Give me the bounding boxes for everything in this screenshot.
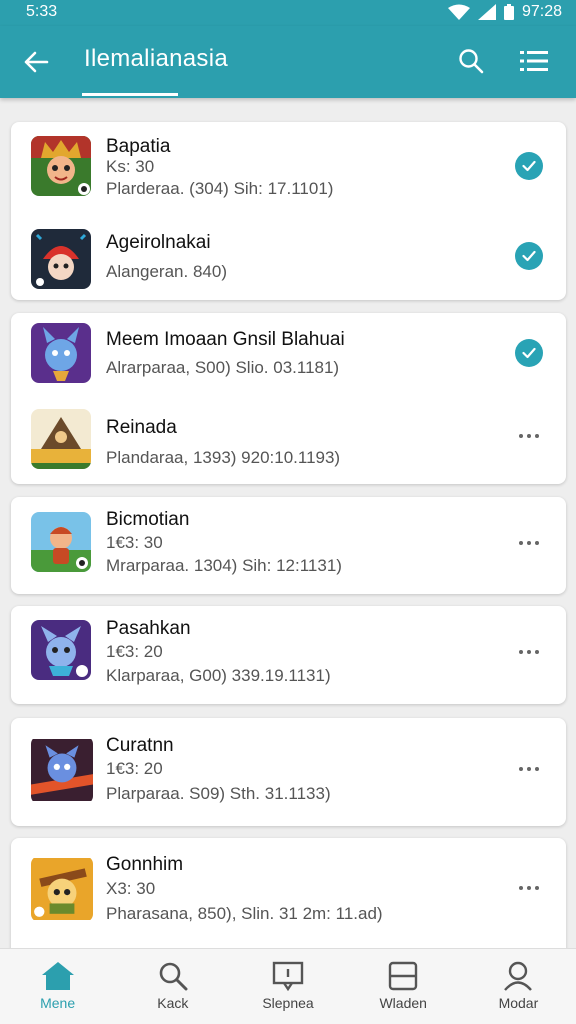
app-name: Bicmotian — [106, 509, 190, 530]
app-bar: Ilemalianasia — [0, 26, 576, 98]
app-card: Meem Imoaan Gnsil Blahuai Alrarparaa, S0… — [11, 313, 566, 484]
installed-check[interactable] — [515, 242, 543, 270]
home-icon — [41, 962, 74, 990]
more-options-button[interactable] — [514, 878, 544, 898]
app-thumbnail — [31, 512, 91, 572]
app-meta: Alangeran. 840) — [106, 262, 227, 281]
app-card: Curatnn 1€3: 20 Plarparaa. S09) Sth. 31.… — [11, 718, 566, 826]
window-icon — [389, 961, 418, 991]
list-item[interactable]: Curatnn 1€3: 20 Plarparaa. S09) Sth. 31.… — [11, 718, 566, 826]
app-name: Reinada — [106, 417, 177, 438]
back-button[interactable] — [18, 44, 54, 80]
app-meta: X3: 30 — [106, 879, 156, 898]
nav-item-search[interactable]: Kack — [115, 949, 230, 1024]
more-options-button[interactable] — [514, 759, 544, 779]
bottom-navigation: Mene Kack Slepnea Wladen Modar — [0, 948, 576, 1024]
list-item[interactable]: Pasahkan 1€3: 20 Klarparaa, G00) 339.19.… — [11, 606, 566, 704]
list-item[interactable]: Reinada Plandaraa, 1393) 920:10.1193) — [11, 398, 566, 484]
app-meta: 1€3: 20 — [106, 642, 163, 661]
check-icon — [522, 347, 536, 359]
nav-label: Mene — [40, 995, 76, 1011]
app-meta: Ks: 30 — [106, 157, 155, 176]
search-button[interactable] — [452, 42, 490, 80]
nav-label: Modar — [498, 995, 539, 1011]
title-tab-indicator — [82, 93, 178, 96]
list-item[interactable]: Bicmotian 1€3: 30 Mrarparaa. 1304) Sih: … — [11, 497, 566, 594]
app-meta: Alrarparaa, S00) Slio. 03.1181) — [106, 358, 340, 377]
app-thumbnail — [31, 136, 91, 196]
list-menu-button[interactable] — [514, 42, 554, 80]
app-name: Gonnhim — [106, 854, 184, 875]
nav-item-profile[interactable]: Modar — [461, 949, 576, 1024]
app-details: Mrarparaa. 1304) Sih: 12:1131) — [106, 556, 342, 575]
app-details: Plarparaa. S09) Sth. 31.1133) — [106, 784, 331, 803]
app-thumbnail — [31, 736, 93, 804]
more-options-button[interactable] — [514, 533, 544, 553]
list-item[interactable]: Gonnhim X3: 30 Pharasana, 850), Slin. 31… — [11, 838, 566, 950]
nav-item-comment[interactable]: Slepnea — [230, 949, 345, 1024]
app-card: Pasahkan 1€3: 20 Klarparaa, G00) 339.19.… — [11, 606, 566, 704]
arrow-left-icon — [24, 51, 49, 73]
installed-check[interactable] — [515, 339, 543, 367]
app-name: Bapatia — [106, 136, 171, 157]
app-name: Ageirolnakai — [106, 232, 211, 253]
search-icon — [159, 962, 188, 991]
more-options-button[interactable] — [514, 426, 544, 446]
nav-label: Wladen — [379, 995, 427, 1011]
wifi-icon — [447, 4, 470, 20]
app-thumbnail — [31, 229, 91, 289]
nav-item-home[interactable]: Mene — [0, 949, 115, 1024]
app-thumbnail — [31, 856, 93, 922]
app-thumbnail — [31, 409, 91, 469]
app-name: Meem Imoaan Gnsil Blahuai — [106, 329, 345, 350]
nav-label: Kack — [157, 995, 189, 1011]
battery-time: 97:28 — [521, 3, 562, 20]
app-card: Bicmotian 1€3: 30 Mrarparaa. 1304) Sih: … — [11, 497, 566, 594]
app-name: Curatnn — [106, 735, 174, 756]
comment-icon — [272, 961, 304, 991]
installed-check[interactable] — [515, 152, 543, 180]
check-icon — [522, 160, 536, 172]
nav-label: Slepnea — [262, 995, 314, 1011]
list-item[interactable]: Ageirolnakai Alangeran. 840) — [11, 218, 566, 300]
app-details: Pharasana, 850), Slin. 31 2m: 11.ad) — [106, 904, 383, 923]
more-options-button[interactable] — [514, 642, 544, 662]
profile-icon — [504, 961, 533, 991]
status-bar: 5:33 97:28 — [0, 0, 576, 26]
app-meta: 1€3: 20 — [106, 759, 163, 778]
app-thumbnail — [31, 323, 91, 383]
list-menu-icon — [520, 51, 548, 71]
signal-icon — [477, 4, 496, 20]
check-icon — [522, 250, 536, 262]
app-meta: Plandaraa, 1393) 920:10.1193) — [106, 448, 341, 467]
status-time: 5:33 — [26, 3, 58, 20]
app-card: Gonnhim X3: 30 Pharasana, 850), Slin. 31… — [11, 838, 566, 950]
list-item[interactable]: Bapatia Ks: 30 Plarderaa. (304) Sih: 17.… — [11, 122, 566, 218]
app-details: Plarderaa. (304) Sih: 17.1101) — [106, 179, 334, 198]
battery-icon — [503, 4, 514, 20]
app-card: Bapatia Ks: 30 Plarderaa. (304) Sih: 17.… — [11, 122, 566, 300]
search-icon — [459, 49, 484, 74]
app-details: Klarparaa, G00) 339.19.1131) — [106, 666, 331, 685]
app-name: Pasahkan — [106, 618, 191, 639]
app-meta: 1€3: 30 — [106, 533, 163, 552]
page-title: Ilemalianasia — [84, 45, 228, 72]
nav-item-window[interactable]: Wladen — [346, 949, 461, 1024]
list-item[interactable]: Meem Imoaan Gnsil Blahuai Alrarparaa, S0… — [11, 313, 566, 398]
app-thumbnail — [31, 620, 91, 680]
